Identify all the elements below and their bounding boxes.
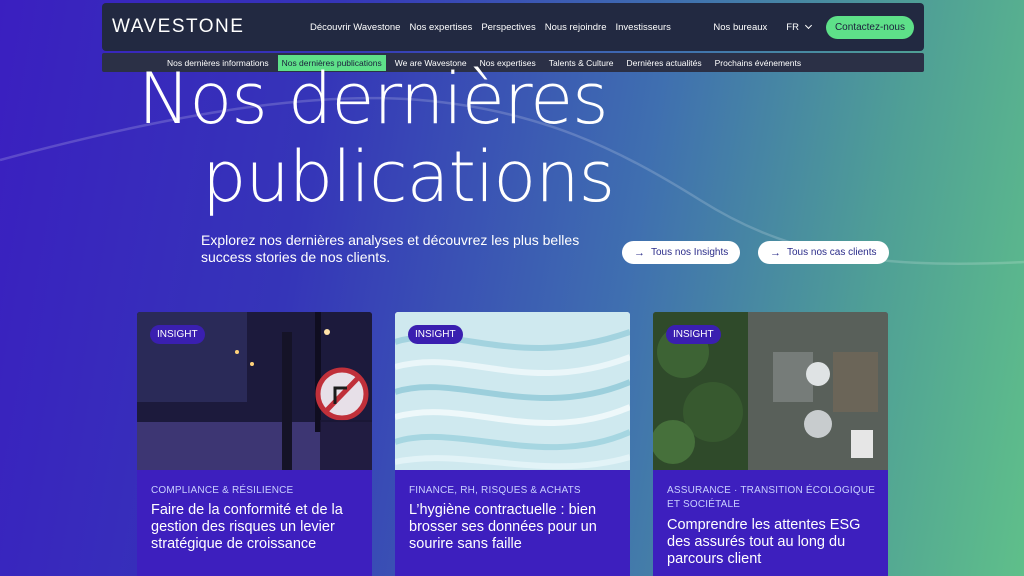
menu-item-perspectives[interactable]: Perspectives: [481, 22, 535, 33]
card-badge: INSIGHT: [666, 325, 721, 344]
menu-item-nous-rejoindre[interactable]: Nous rejoindre: [545, 22, 607, 33]
all-client-cases-button[interactable]: → Tous nos cas clients: [758, 241, 889, 264]
page-title-line2: publications: [202, 136, 615, 218]
language-selector[interactable]: FR: [786, 21, 812, 33]
arrow-right-icon: →: [634, 246, 645, 259]
language-label: FR: [786, 21, 799, 33]
menu-item-decouvrir[interactable]: Découvrir Wavestone: [310, 22, 400, 33]
card-title[interactable]: Faire de la conformité et de la gestion …: [151, 502, 365, 553]
card-badge: INSIGHT: [408, 325, 463, 344]
all-insights-button[interactable]: → Tous nos Insights: [622, 241, 741, 264]
all-client-cases-label: Tous nos cas clients: [787, 247, 877, 258]
page-title: Nos dernières publications: [138, 60, 698, 216]
card-category: FINANCE, RH, RISQUES & ACHATS: [409, 485, 581, 496]
all-insights-label: Tous nos Insights: [651, 247, 729, 258]
top-navigation: WAVESTONE Découvrir Wavestone Nos expert…: [102, 3, 924, 51]
menu-item-expertises[interactable]: Nos expertises: [409, 22, 472, 33]
card-category: COMPLIANCE & RÉSILIENCE: [151, 485, 294, 496]
publication-card[interactable]: INSIGHT COMPLIANCE & RÉSILIENCE Faire de…: [137, 312, 372, 576]
offices-link[interactable]: Nos bureaux: [713, 22, 767, 33]
main-menu: Découvrir Wavestone Nos expertises Persp…: [310, 22, 671, 33]
chevron-down-icon: [804, 21, 812, 30]
card-title[interactable]: Comprendre les attentes ESG des assurés …: [667, 517, 881, 568]
card-category: ASSURANCE · TRANSITION ÉCOLOGIQUE ET SOC…: [667, 485, 876, 510]
page-title-line1: Nos dernières: [138, 58, 609, 140]
subnav-item-evenements[interactable]: Prochains événements: [711, 55, 805, 71]
card-title[interactable]: L’hygiène contractuelle : bien brosser s…: [409, 502, 623, 553]
hero-description: Explorez nos dernières analyses et décou…: [201, 232, 580, 265]
card-badge: INSIGHT: [150, 325, 205, 344]
right-nav: Nos bureaux FR Contactez-nous: [713, 15, 914, 39]
contact-button[interactable]: Contactez-nous: [825, 15, 914, 39]
menu-item-investisseurs[interactable]: Investisseurs: [616, 22, 671, 33]
wavestone-logo[interactable]: WAVESTONE: [112, 16, 310, 38]
publication-card[interactable]: INSIGHT FINANCE, RH, RISQUES & ACHATS L’…: [395, 312, 630, 576]
publication-card[interactable]: INSIGHT ASSURANCE · TRANSITION ÉCOLOGIQU…: [653, 312, 888, 576]
arrow-right-icon: →: [770, 246, 781, 259]
